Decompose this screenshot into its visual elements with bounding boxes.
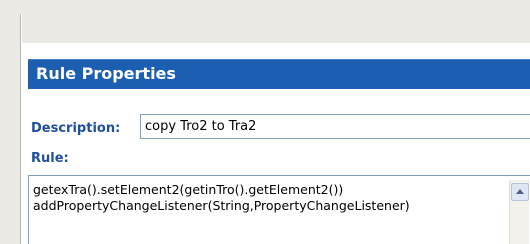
rule-line: getexTra().setElement2(getinTro().getEle… xyxy=(33,182,344,197)
rule-properties-screen: Rule Properties Description: copy Tro2 t… xyxy=(0,0,530,244)
top-toolbar-area xyxy=(0,0,530,43)
rule-text-area[interactable]: getexTra().setElement2(getinTro().getEle… xyxy=(28,175,530,244)
panel-title: Rule Properties xyxy=(36,64,176,83)
vertical-separator-highlight xyxy=(21,14,22,244)
description-field[interactable]: copy Tro2 to Tra2 xyxy=(140,114,530,139)
rule-line: addPropertyChangeListener(String,Propert… xyxy=(33,198,410,213)
scroll-up-button[interactable] xyxy=(511,183,529,201)
scroll-up-arrow-icon xyxy=(516,189,524,194)
left-sash-area xyxy=(0,0,20,244)
description-label: Description: xyxy=(31,121,121,136)
rule-scrollbar[interactable] xyxy=(509,180,529,244)
rule-properties-header: Rule Properties xyxy=(28,59,530,89)
rule-label: Rule: xyxy=(31,151,69,166)
description-value: copy Tro2 to Tra2 xyxy=(145,119,257,134)
